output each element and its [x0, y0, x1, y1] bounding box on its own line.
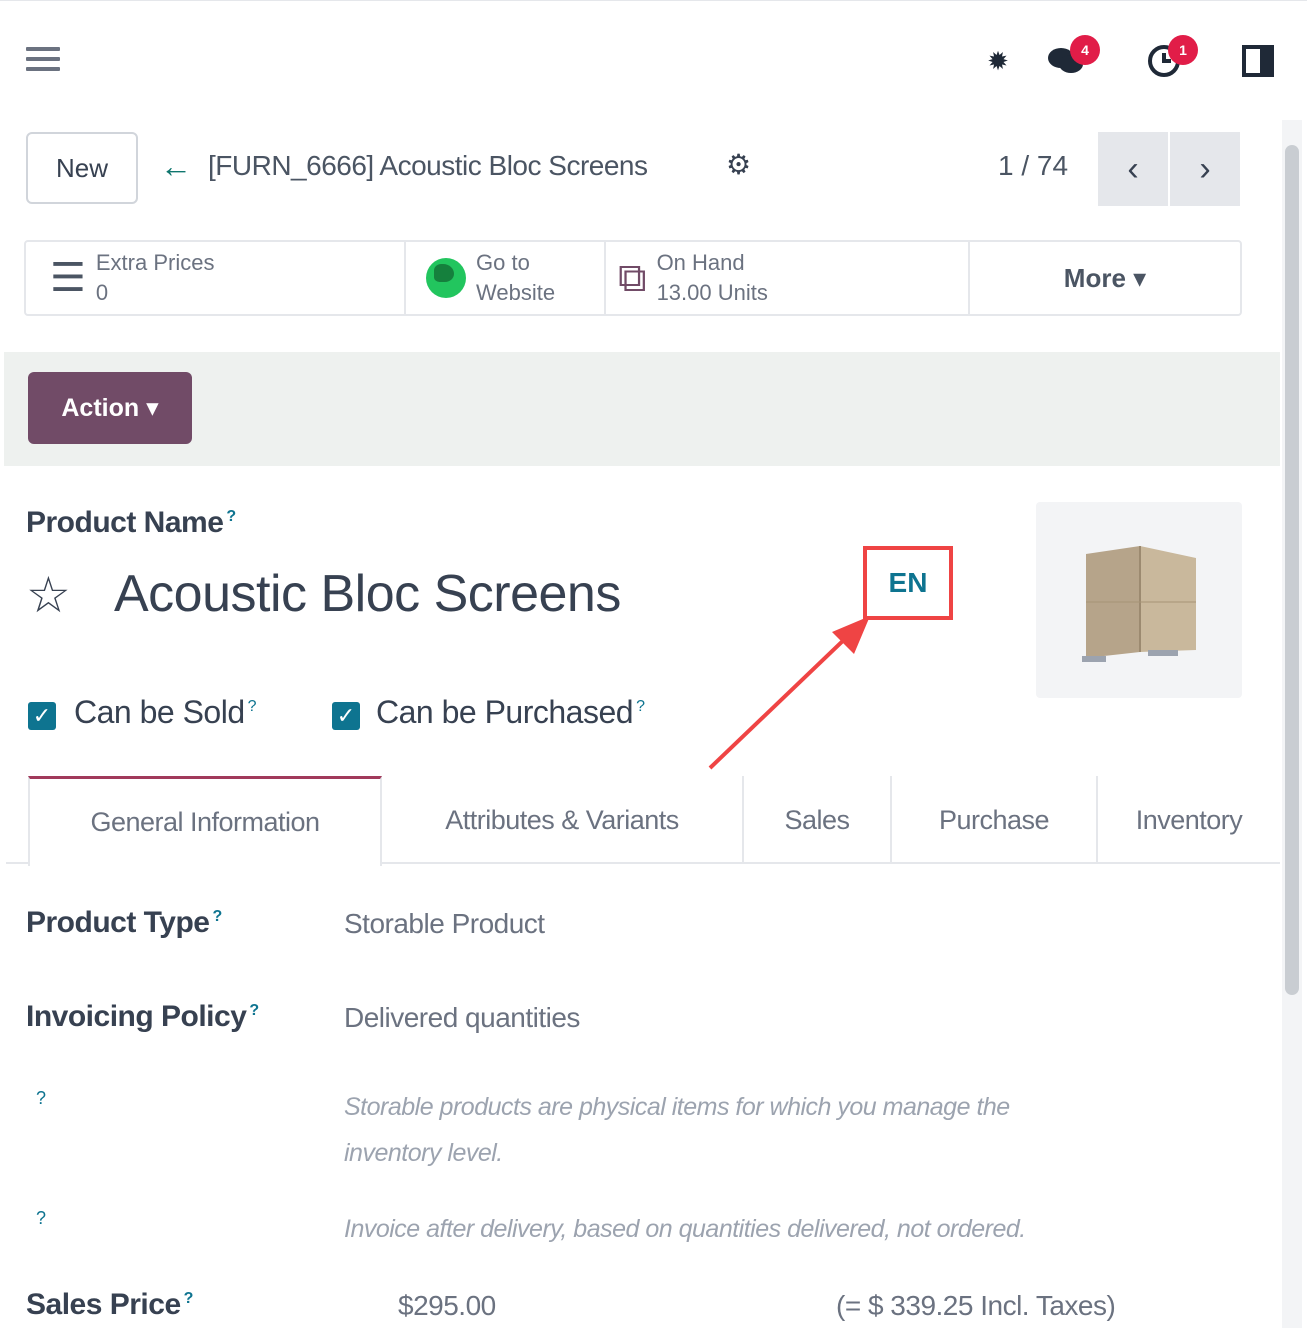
tab-purchase[interactable]: Purchase: [890, 776, 1096, 864]
on-hand-value: 13.00 Units: [656, 280, 768, 305]
action-bar: Action ▾: [4, 352, 1280, 466]
can-be-sold-checkbox[interactable]: ✓: [28, 702, 56, 730]
product-image[interactable]: [1036, 502, 1242, 698]
annotation-arrow: [708, 616, 870, 770]
breadcrumb[interactable]: [FURN_6666] Acoustic Bloc Screens: [208, 150, 648, 182]
tab-sales[interactable]: Sales: [742, 776, 890, 864]
menu-icon[interactable]: [26, 47, 60, 77]
top-navbar: ✹ 4 1: [0, 0, 1307, 120]
sales-price-input[interactable]: $295.00: [398, 1290, 496, 1322]
cubes-icon: ⧉: [618, 256, 647, 300]
extra-prices-value: 0: [95, 280, 109, 305]
help-icon[interactable]: ?: [212, 908, 222, 925]
on-hand-label: On Hand: [656, 250, 745, 275]
notebook-tabs: General Information Attributes & Variant…: [6, 776, 1280, 866]
bug-icon[interactable]: ✹: [978, 41, 1018, 81]
product-type-select[interactable]: Storable Product: [344, 908, 545, 940]
sales-price-incl-taxes: (= $ 339.25 Incl. Taxes): [836, 1290, 1116, 1321]
extra-prices-button[interactable]: ☰ Extra Prices 0: [26, 242, 406, 314]
product-name-label-text: Product Name: [26, 506, 224, 539]
can-be-sold-label[interactable]: Can be Sold?: [74, 694, 257, 731]
globe-icon: [426, 258, 466, 298]
website-label-line2: Website: [476, 280, 556, 305]
invoicing-policy-label: Invoicing Policy?: [26, 1000, 259, 1034]
action-button[interactable]: Action ▾: [28, 372, 192, 444]
sales-price-label-text: Sales Price: [26, 1288, 181, 1321]
product-name-label: Product Name?: [26, 506, 236, 540]
tab-general-information[interactable]: General Information: [28, 776, 382, 866]
help-icon[interactable]: ?: [226, 508, 236, 525]
gear-icon[interactable]: ⚙: [726, 148, 751, 181]
back-arrow-icon[interactable]: ←: [160, 148, 192, 185]
split-panel-icon[interactable]: [1238, 41, 1278, 81]
help-icon[interactable]: ?: [248, 698, 257, 715]
pager-next-button[interactable]: ›: [1170, 132, 1240, 206]
tab-attributes-variants[interactable]: Attributes & Variants: [382, 776, 742, 864]
clock-icon[interactable]: 1: [1144, 35, 1198, 81]
on-hand-button[interactable]: ⧉ On Hand 13.00 Units: [606, 242, 970, 314]
control-panel: New ← [FURN_6666] Acoustic Bloc Screens …: [0, 120, 1307, 230]
tab-inventory[interactable]: Inventory: [1096, 776, 1280, 864]
product-type-help: Storable products are physical items for…: [344, 1084, 1010, 1176]
chat-badge: 4: [1070, 35, 1100, 65]
help-icon[interactable]: ?: [249, 1002, 259, 1019]
list-icon: ☰: [50, 256, 86, 300]
chat-icon[interactable]: 4: [1046, 35, 1100, 81]
pager-value[interactable]: 1 / 74: [998, 150, 1068, 182]
extra-prices-label: Extra Prices: [95, 250, 215, 275]
can-be-sold-text: Can be Sold: [74, 694, 245, 730]
go-to-website-button[interactable]: Go to Website: [406, 242, 606, 314]
can-be-purchased-label[interactable]: Can be Purchased?: [376, 694, 645, 731]
can-be-purchased-text: Can be Purchased: [376, 694, 634, 730]
product-name-field[interactable]: Acoustic Bloc Screens: [114, 564, 621, 624]
invoicing-policy-label-text: Invoicing Policy: [26, 1000, 247, 1033]
new-button[interactable]: New: [26, 132, 138, 204]
language-button[interactable]: EN: [863, 546, 953, 620]
scrollbar-thumb[interactable]: [1285, 145, 1299, 995]
can-be-purchased-checkbox[interactable]: ✓: [332, 702, 360, 730]
help-icon[interactable]: ?: [36, 1208, 46, 1229]
activity-badge: 1: [1168, 35, 1198, 65]
product-type-label: Product Type?: [26, 906, 222, 940]
star-icon[interactable]: ☆: [26, 570, 71, 620]
help-icon[interactable]: ?: [184, 1290, 194, 1307]
product-type-label-text: Product Type: [26, 906, 210, 939]
product-type-help-line1: Storable products are physical items for…: [344, 1093, 1010, 1121]
website-label-line1: Go to: [476, 250, 530, 275]
more-button[interactable]: More ▾: [970, 242, 1240, 314]
help-icon[interactable]: ?: [636, 698, 645, 715]
sales-price-label: Sales Price?: [26, 1288, 193, 1322]
invoicing-policy-select[interactable]: Delivered quantities: [344, 1002, 580, 1034]
help-icon[interactable]: ?: [36, 1088, 46, 1109]
invoicing-policy-help: Invoice after delivery, based on quantit…: [344, 1215, 1026, 1243]
product-type-help-line2: inventory level.: [344, 1139, 503, 1167]
pager-previous-button[interactable]: ‹: [1098, 132, 1168, 206]
smart-buttons: ☰ Extra Prices 0 Go to Website ⧉ On Hand…: [24, 240, 1242, 316]
